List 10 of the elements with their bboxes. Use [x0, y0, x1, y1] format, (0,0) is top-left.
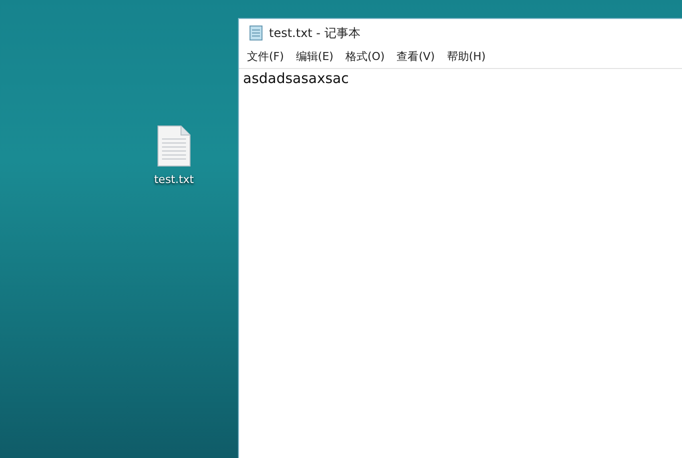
text-file-icon[interactable] [157, 125, 191, 167]
file-label[interactable]: test.txt [154, 173, 194, 186]
text-area[interactable]: asdadsasaxsac [239, 69, 682, 458]
menu-item[interactable]: 格式(O) [345, 49, 385, 64]
window-title: test.txt - 记事本 [269, 24, 360, 42]
menu-item[interactable]: 帮助(H) [446, 49, 486, 64]
menu-item[interactable]: 查看(V) [396, 49, 435, 64]
menu-item[interactable]: 编辑(E) [296, 49, 334, 64]
menu-item[interactable]: 文件(F) [247, 49, 284, 64]
notepad-icon [249, 25, 263, 41]
